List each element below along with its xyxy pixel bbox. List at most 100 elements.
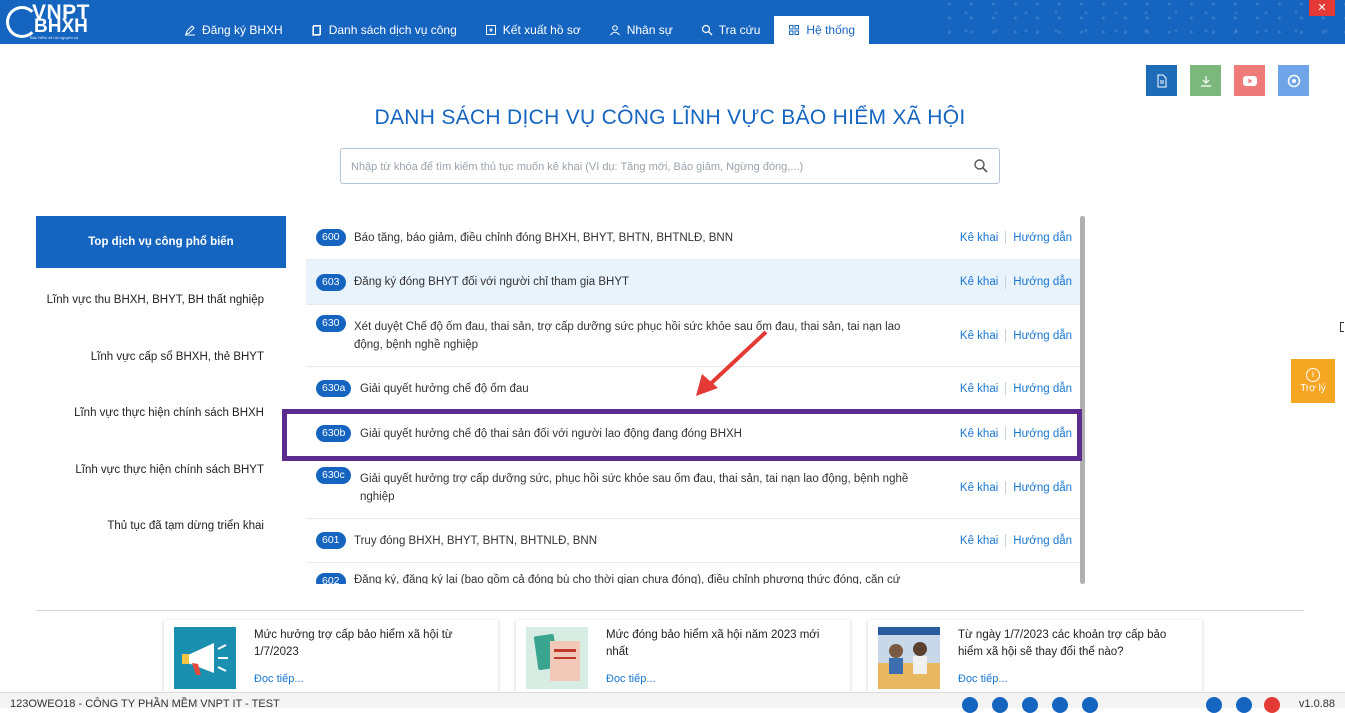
service-code-badge: 630 bbox=[316, 315, 346, 332]
news-card[interactable]: Từ ngày 1/7/2023 các khoản trợ cấp bảo h… bbox=[868, 620, 1202, 692]
guide-link[interactable]: Hướng dẫn bbox=[1013, 428, 1072, 440]
service-links: Kê khai Hướng dẫn bbox=[960, 275, 1072, 289]
service-list: 600 Báo tăng, báo giảm, điều chỉnh đóng … bbox=[306, 216, 1080, 584]
read-more-link[interactable]: Đọc tiếp... bbox=[606, 673, 656, 685]
page-title: DANH SÁCH DỊCH VỤ CÔNG LĨNH VỰC BẢO HIỂM… bbox=[374, 106, 966, 129]
news-title[interactable]: Từ ngày 1/7/2023 các khoản trợ cấp bảo h… bbox=[958, 627, 1188, 661]
search-icon bbox=[701, 24, 713, 36]
service-title: Giải quyết hưởng trợ cấp dưỡng sức, phục… bbox=[360, 472, 909, 503]
service-code-badge: 630a bbox=[316, 380, 352, 397]
megaphone-image bbox=[174, 627, 236, 689]
tab-dang-ky-bhxh[interactable]: Đăng ký BHXH bbox=[170, 16, 297, 44]
declare-link[interactable]: Kê khai bbox=[960, 428, 998, 440]
tab-label: Đăng ký BHXH bbox=[202, 23, 283, 37]
settings-icon[interactable] bbox=[1082, 697, 1098, 713]
quick-actions bbox=[1146, 65, 1309, 96]
news-card[interactable]: Mức đóng bảo hiểm xã hội năm 2023 mới nh… bbox=[516, 620, 850, 692]
service-title: Đăng ký đóng BHYT đối với người chỉ tham… bbox=[354, 276, 630, 288]
declare-link[interactable]: Kê khai bbox=[960, 383, 998, 395]
app-logo[interactable]: VNPT BHXH Bảo hiểm xã hội nguyên số bbox=[6, 1, 106, 42]
guide-link[interactable]: Hướng dẫn bbox=[1013, 535, 1072, 547]
service-code-badge: 603 bbox=[316, 273, 346, 291]
service-links: Kê khai Hướng dẫn bbox=[960, 481, 1072, 494]
tab-he-thong[interactable]: Hệ thống bbox=[774, 16, 870, 44]
logo-tagline: Bảo hiểm xã hội nguyên số bbox=[30, 35, 79, 40]
cart-icon[interactable] bbox=[1022, 697, 1038, 713]
settings-icon[interactable] bbox=[1278, 65, 1309, 96]
service-row[interactable]: 601 Truy đóng BHXH, BHYT, BHTN, BHTNLĐ, … bbox=[306, 519, 1080, 563]
declare-link[interactable]: Kê khai bbox=[960, 232, 998, 244]
tab-label: Tra cứu bbox=[718, 23, 761, 37]
tab-label: Nhân sự bbox=[626, 23, 673, 37]
read-more-link[interactable]: Đọc tiếp... bbox=[958, 673, 1008, 685]
footer-divider bbox=[36, 610, 1304, 611]
tab-label: Danh sách dịch vụ công bbox=[328, 23, 457, 37]
sidebar-item-thu-bhxh[interactable]: Lĩnh vực thu BHXH, BHYT, BH thất nghiệp bbox=[36, 272, 286, 329]
service-row[interactable]: 630a Giải quyết hưởng chế độ ốm đau Kê k… bbox=[306, 367, 1080, 411]
info-icon: i bbox=[1306, 368, 1320, 382]
insurance-book-image bbox=[526, 627, 588, 689]
news-title[interactable]: Mức đóng bảo hiểm xã hội năm 2023 mới nh… bbox=[606, 627, 836, 661]
search-input[interactable] bbox=[351, 157, 971, 177]
guide-link[interactable]: Hướng dẫn bbox=[1013, 383, 1072, 395]
sidebar-item-cap-so[interactable]: Lĩnh vực cấp sổ BHXH, thẻ BHYT bbox=[36, 329, 286, 386]
header-decoration bbox=[945, 0, 1345, 44]
tab-nhan-su[interactable]: Nhân sự bbox=[595, 16, 687, 44]
download-icon[interactable] bbox=[1190, 65, 1221, 96]
guide-link[interactable]: Hướng dẫn bbox=[1013, 232, 1072, 244]
declare-link[interactable]: Kê khai bbox=[960, 482, 998, 494]
service-row[interactable]: 600 Báo tăng, báo giảm, điều chỉnh đóng … bbox=[306, 216, 1080, 260]
list-scrollbar[interactable] bbox=[1080, 216, 1085, 584]
service-title: Giải quyết hưởng chế độ thai sản đối với… bbox=[360, 427, 742, 440]
service-row[interactable]: 630c Giải quyết hưởng trợ cấp dưỡng sức,… bbox=[306, 457, 1080, 519]
sidebar-item-chinh-sach-bhyt[interactable]: Lĩnh vực thực hiện chính sách BHYT bbox=[36, 442, 286, 499]
declare-link[interactable]: Kê khai bbox=[960, 535, 998, 547]
status-bar: 123OWEO18 - CÔNG TY PHẦN MỀM VNPT IT - T… bbox=[0, 692, 1345, 713]
company-name: 123OWEO18 - CÔNG TY PHẦN MỀM VNPT IT - T… bbox=[10, 698, 280, 710]
edit-icon[interactable] bbox=[1052, 697, 1068, 713]
notification-icon[interactable] bbox=[962, 697, 978, 713]
sidebar-item-chinh-sach-bhxh[interactable]: Lĩnh vực thực hiện chính sách BHXH bbox=[36, 385, 286, 442]
tab-label: Kết xuất hồ sơ bbox=[502, 23, 581, 37]
sidebar-item-top-services[interactable]: Top dịch vụ công phổ biến bbox=[36, 216, 286, 268]
play-icon[interactable] bbox=[1206, 697, 1222, 713]
tab-ket-xuat-ho-so[interactable]: Kết xuất hồ sơ bbox=[471, 16, 595, 44]
guide-link[interactable]: Hướng dẫn bbox=[1013, 330, 1072, 342]
tab-tra-cuu[interactable]: Tra cứu bbox=[687, 16, 775, 44]
guide-link[interactable]: Hướng dẫn bbox=[1013, 482, 1072, 494]
declare-link[interactable]: Kê khai bbox=[960, 276, 998, 288]
search-icon[interactable] bbox=[973, 158, 989, 174]
document-icon[interactable] bbox=[1146, 65, 1177, 96]
search-box bbox=[340, 148, 1000, 184]
pencil-icon bbox=[185, 25, 195, 36]
home-icon[interactable] bbox=[1236, 697, 1252, 713]
service-row[interactable]: 603 Đăng ký đóng BHYT đối với người chỉ … bbox=[306, 260, 1080, 305]
guide-link[interactable]: Hướng dẫn bbox=[1013, 276, 1072, 288]
category-sidebar: Top dịch vụ công phổ biến Lĩnh vực thu B… bbox=[36, 216, 286, 555]
tab-danh-sach-dich-vu-cong[interactable]: Danh sách dịch vụ công bbox=[297, 16, 471, 44]
news-card[interactable]: Mức hưởng trợ cấp bảo hiểm xã hội từ 1/7… bbox=[164, 620, 498, 692]
service-row[interactable]: 630 Xét duyệt Chế độ ốm đau, thai sản, t… bbox=[306, 305, 1080, 367]
sidebar-item-tam-dung[interactable]: Thủ tục đã tạm dừng triển khai bbox=[36, 498, 286, 555]
google-icon[interactable] bbox=[1264, 697, 1280, 713]
service-row-highlighted[interactable]: 630b Giải quyết hưởng chế độ thai sản đố… bbox=[306, 411, 1080, 457]
service-code-badge: 630b bbox=[316, 425, 352, 442]
service-links: Kê khai Hướng dẫn bbox=[960, 382, 1072, 395]
service-row[interactable]: 602 Đăng ký, đăng ký lại (bao gồm cả đón… bbox=[306, 563, 1080, 584]
scrollbar-thumb[interactable] bbox=[1080, 216, 1085, 584]
link-separator bbox=[1005, 382, 1007, 395]
news-title[interactable]: Mức hưởng trợ cấp bảo hiểm xã hội từ 1/7… bbox=[254, 627, 484, 661]
service-title: Xét duyệt Chế độ ốm đau, thai sản, trợ c… bbox=[354, 320, 901, 351]
read-more-link[interactable]: Đọc tiếp... bbox=[254, 673, 304, 685]
close-button[interactable]: ✕ bbox=[1309, 0, 1335, 16]
youtube-icon[interactable] bbox=[1234, 65, 1265, 96]
declare-link[interactable]: Kê khai bbox=[960, 330, 998, 342]
grid-icon bbox=[789, 25, 800, 35]
support-icon[interactable] bbox=[992, 697, 1008, 713]
assistant-button[interactable]: i Trợ lý bbox=[1291, 359, 1335, 403]
document-icon bbox=[311, 25, 321, 36]
service-code-badge: 630c bbox=[316, 467, 351, 484]
link-separator bbox=[1005, 534, 1007, 547]
people-icon bbox=[609, 25, 620, 36]
service-links: Kê khai Hướng dẫn bbox=[960, 427, 1072, 440]
